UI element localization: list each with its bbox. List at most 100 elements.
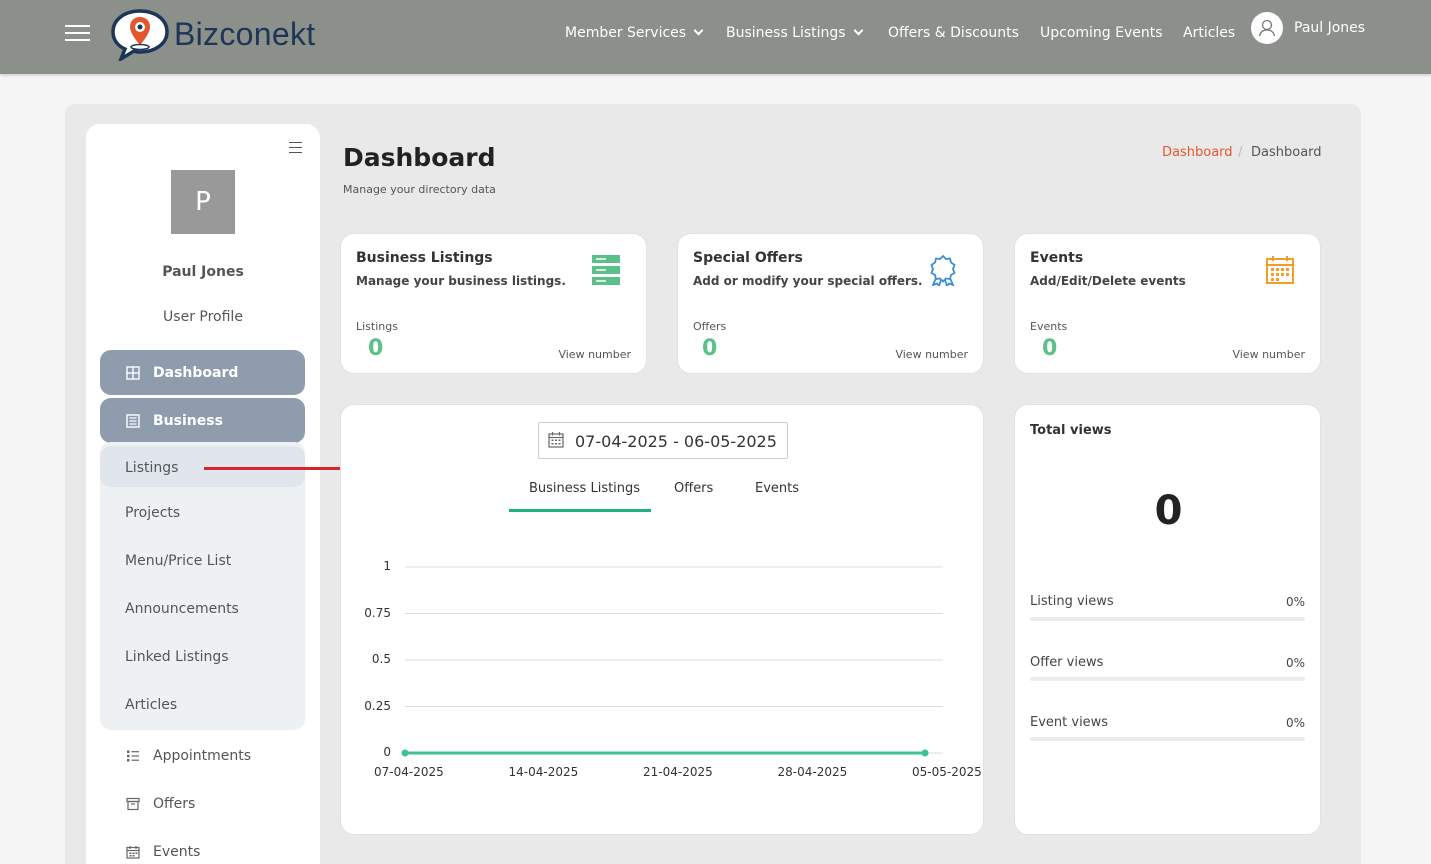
view-number-link[interactable]: View number [558,348,631,361]
offer-views-percent: 0% [1285,656,1305,670]
tab-business-listings[interactable]: Business Listings [529,481,640,496]
profile-avatar: P [171,170,235,234]
card-label: Offers [693,320,727,333]
top-navbar: Bizconekt Member Services Business Listi… [0,0,1431,74]
submenu-item-menu-price-list[interactable]: Menu/Price List [125,553,231,569]
nav-label: Member Services [565,25,687,41]
chart-panel: 07-04-2025 - 06-05-2025 Business Listing… [340,404,984,835]
sidebar-item-business[interactable]: Business [100,398,305,443]
nav-business-listings[interactable]: Business Listings [726,25,864,41]
view-number-link[interactable]: View number [1232,348,1305,361]
sidebar-item-label: Events [153,844,201,860]
breadcrumb-current: Dashboard [1251,145,1322,160]
tab-offers[interactable]: Offers [674,481,713,496]
card-title: Special Offers [693,250,803,266]
sidebar-item-label: Dashboard [153,364,239,381]
submenu-item-announcements[interactable]: Announcements [125,601,239,617]
x-tick-label: 28-04-2025 [777,765,848,779]
data-point [921,749,929,757]
event-views-label: Event views [1030,715,1109,730]
card-events: Events Add/Edit/Delete events Events 0 V… [1014,233,1321,374]
nav-upcoming-events[interactable]: Upcoming Events [1040,25,1163,41]
event-views-bar [1030,737,1305,741]
listing-views-percent: 0% [1285,595,1305,609]
submenu-item-articles[interactable]: Articles [125,697,177,713]
card-value: 0 [368,336,384,361]
server-icon [592,255,620,285]
breadcrumb-link[interactable]: Dashboard [1162,145,1233,160]
sidebar-item-appointments[interactable]: Appointments [126,748,251,764]
card-label: Listings [356,320,398,333]
date-range-value: 07-04-2025 - 06-05-2025 [575,432,777,451]
card-value: 0 [702,336,718,361]
chat-location-pin-logo-icon [111,9,169,61]
card-title: Business Listings [356,250,493,266]
sidebar-item-events[interactable]: Events [126,844,200,860]
x-tick-label: 05-05-2025 [912,765,982,779]
user-name-link[interactable]: Paul Jones [1294,20,1365,36]
views-total: 0 [1154,488,1183,534]
event-views-percent: 0% [1285,716,1305,730]
x-tick-label: 21-04-2025 [643,765,713,779]
grid-icon [126,365,140,380]
submenu-item-projects[interactable]: Projects [125,505,180,521]
views-title: Total views [1030,423,1112,438]
nav-articles[interactable]: Articles [1183,25,1235,41]
total-views-panel: Total views 0 Listing views 0% Offer vie… [1014,404,1321,835]
calendar-icon [548,432,564,448]
page-subtitle: Manage your directory data [343,183,496,196]
profile-name: Paul Jones [162,264,244,280]
nav-label: Offers & Discounts [888,25,1019,41]
card-description: Add or modify your special offers. [693,274,923,288]
offer-views-label: Offer views [1030,655,1104,670]
listing-views-label: Listing views [1030,594,1114,609]
calendar-icon [126,846,140,859]
sidebar-item-label: Business [153,412,223,429]
x-tick-label: 07-04-2025 [374,765,444,779]
user-icon [1258,19,1276,37]
page-title: Dashboard [343,143,496,172]
user-avatar[interactable] [1251,12,1283,44]
site-logo[interactable]: Bizconekt [110,7,315,61]
view-number-link[interactable]: View number [895,348,968,361]
card-description: Manage your business listings. [356,274,566,288]
business-submenu: Listings Projects Menu/Price List Announ… [100,442,305,730]
date-range-picker[interactable]: 07-04-2025 - 06-05-2025 [538,422,788,459]
submenu-item-listings[interactable]: Listings [125,460,178,476]
chevron-down-icon [853,25,864,36]
tab-events[interactable]: Events [755,481,799,496]
y-tick-label: 0 [383,745,391,759]
nav-offers-discounts[interactable]: Offers & Discounts [888,25,1019,41]
sidebar: P Paul Jones User Profile Dashboard Busi… [86,124,320,864]
sidebar-item-offers[interactable]: Offers [126,796,195,812]
card-title: Events [1030,250,1084,266]
card-label: Events [1030,320,1068,333]
card-business-listings: Business Listings Manage your business l… [340,233,647,374]
logo-text: Bizconekt [174,15,316,52]
data-point [401,749,409,757]
nav-label: Business Listings [726,25,846,41]
active-tab-indicator [509,509,651,512]
nav-label: Articles [1183,25,1236,41]
y-tick-label: 0.5 [371,652,391,666]
nav-label: Upcoming Events [1040,25,1163,41]
chevron-down-icon [693,25,704,36]
y-tick-label: 0.75 [364,605,391,620]
building-icon [126,413,140,428]
card-special-offers: Special Offers Add or modify your specia… [677,233,984,374]
submenu-item-linked-listings[interactable]: Linked Listings [125,649,229,665]
y-tick-label: 1 [383,559,391,573]
listing-views-bar [1030,617,1305,621]
user-profile-link[interactable]: User Profile [86,309,320,325]
archive-icon [126,797,140,811]
offer-views-bar [1030,677,1305,681]
sidebar-item-label: Appointments [153,748,252,764]
sidebar-toggle-icon[interactable] [289,142,302,153]
hamburger-menu-icon[interactable] [65,25,90,42]
card-description: Add/Edit/Delete events [1030,274,1186,288]
sidebar-item-dashboard[interactable]: Dashboard [100,350,305,395]
y-tick-label: 0.25 [364,698,391,713]
breadcrumb-separator: / [1238,145,1243,160]
card-value: 0 [1042,336,1058,361]
nav-member-services[interactable]: Member Services [565,25,704,41]
